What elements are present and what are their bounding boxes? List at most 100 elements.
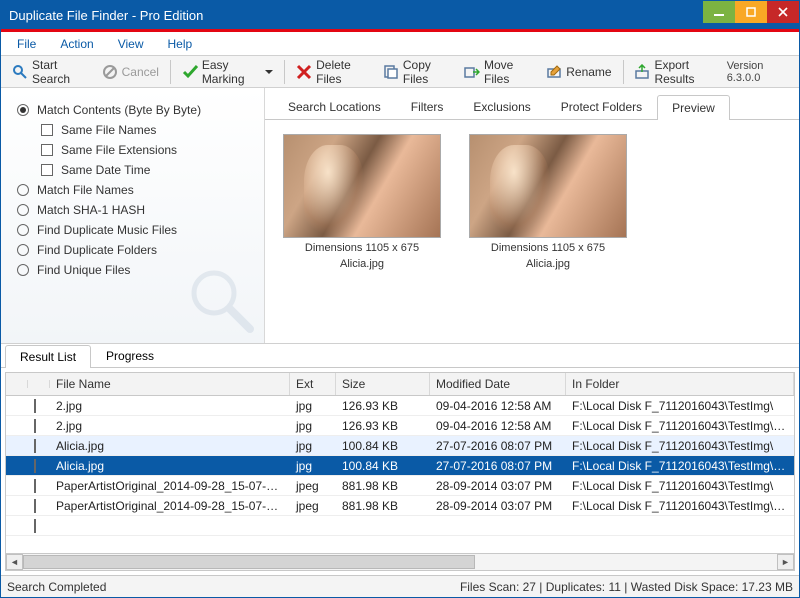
preview-dimensions-2: Dimensions 1105 x 675: [491, 242, 605, 254]
preview-thumb-2: Dimensions 1105 x 675 Alicia.jpg: [469, 134, 627, 329]
checkbox-icon[interactable]: [34, 419, 36, 433]
right-panel: Search Locations Filters Exclusions Prot…: [265, 88, 799, 343]
scroll-left-button[interactable]: ◄: [6, 554, 23, 570]
opt-match-file-names[interactable]: Match File Names: [17, 180, 248, 200]
move-files-button[interactable]: Move Files: [457, 55, 537, 89]
delete-files-button[interactable]: Delete Files: [289, 55, 374, 89]
col-ext[interactable]: Ext: [290, 373, 336, 395]
window-close-button[interactable]: [767, 1, 799, 23]
checkbox-icon: [41, 124, 53, 136]
toolbar: Start Search Cancel Easy Marking Delete …: [1, 56, 799, 88]
tab-exclusions[interactable]: Exclusions: [458, 94, 545, 119]
search-icon: [12, 64, 28, 80]
move-icon: [464, 64, 480, 80]
export-results-button[interactable]: Export Results: [627, 55, 724, 89]
checkbox-icon[interactable]: [34, 459, 36, 473]
tab-search-locations[interactable]: Search Locations: [273, 94, 396, 119]
separator: [623, 60, 624, 84]
checkbox-icon[interactable]: [34, 519, 36, 533]
results-grid: File Name Ext Size Modified Date In Fold…: [5, 372, 795, 571]
table-row[interactable]: Alicia.jpgjpg100.84 KB27-07-2016 08:07 P…: [6, 436, 794, 456]
cancel-button[interactable]: Cancel: [95, 61, 166, 83]
delete-icon: [296, 64, 312, 80]
tab-result-list[interactable]: Result List: [5, 345, 91, 368]
opt-match-contents[interactable]: Match Contents (Byte By Byte): [17, 100, 248, 120]
preview-filename-2: Alicia.jpg: [526, 258, 570, 270]
preview-area: Dimensions 1105 x 675 Alicia.jpg Dimensi…: [265, 120, 799, 343]
table-row-partial[interactable]: [6, 516, 794, 536]
table-row-selected[interactable]: Alicia.jpgjpg100.84 KB27-07-2016 08:07 P…: [6, 456, 794, 476]
window-maximize-button[interactable]: [735, 1, 767, 23]
radio-icon: [17, 244, 29, 256]
radio-icon: [17, 104, 29, 116]
preview-filename-1: Alicia.jpg: [340, 258, 384, 270]
table-row[interactable]: 2.jpgjpg126.93 KB09-04-2016 12:58 AMF:\L…: [6, 396, 794, 416]
opt-match-sha1[interactable]: Match SHA-1 HASH: [17, 200, 248, 220]
status-summary: Files Scan: 27 | Duplicates: 11 | Wasted…: [460, 580, 793, 594]
preview-image-2[interactable]: [469, 134, 627, 238]
preview-dimensions-1: Dimensions 1105 x 675: [305, 242, 419, 254]
checkbox-icon: [41, 164, 53, 176]
start-search-button[interactable]: Start Search: [5, 55, 93, 89]
menu-action[interactable]: Action: [48, 34, 105, 54]
col-filename[interactable]: File Name: [50, 373, 290, 395]
col-size[interactable]: Size: [336, 373, 430, 395]
copy-files-button[interactable]: Copy Files: [376, 55, 455, 89]
easy-marking-button[interactable]: Easy Marking: [175, 55, 280, 89]
preview-image-1[interactable]: [283, 134, 441, 238]
horizontal-scrollbar[interactable]: ◄ ►: [6, 553, 794, 570]
checkbox-icon[interactable]: [34, 499, 36, 513]
app-title: Duplicate File Finder - Pro Edition: [9, 8, 703, 23]
chevron-down-icon: [262, 65, 273, 79]
tab-protect-folders[interactable]: Protect Folders: [546, 94, 657, 119]
checkbox-icon[interactable]: [34, 439, 36, 453]
opt-music-files[interactable]: Find Duplicate Music Files: [17, 220, 248, 240]
col-marker[interactable]: [6, 380, 28, 388]
checkbox-icon[interactable]: [34, 479, 36, 493]
version-label: Version 6.3.0.0: [727, 60, 795, 84]
search-options-panel: Match Contents (Byte By Byte) Same File …: [1, 88, 265, 343]
grid-header: File Name Ext Size Modified Date In Fold…: [6, 373, 794, 396]
grid-body[interactable]: 2.jpgjpg126.93 KB09-04-2016 12:58 AMF:\L…: [6, 396, 794, 553]
radio-icon: [17, 204, 29, 216]
tab-preview[interactable]: Preview: [657, 95, 730, 120]
scroll-track[interactable]: [23, 554, 777, 570]
magnifier-watermark-icon: [186, 265, 256, 335]
scroll-right-button[interactable]: ►: [777, 554, 794, 570]
tab-progress[interactable]: Progress: [91, 344, 169, 367]
scroll-thumb[interactable]: [23, 555, 475, 569]
menu-file[interactable]: File: [5, 34, 48, 54]
menu-help[interactable]: Help: [156, 34, 205, 54]
separator: [284, 60, 285, 84]
col-modified[interactable]: Modified Date: [430, 373, 566, 395]
table-row[interactable]: PaperArtistOriginal_2014-09-28_15-07-06.…: [6, 496, 794, 516]
table-row[interactable]: PaperArtistOriginal_2014-09-28_15-07-06.…: [6, 476, 794, 496]
status-bar: Search Completed Files Scan: 27 | Duplic…: [1, 575, 799, 597]
result-tabs: Result List Progress: [1, 344, 799, 368]
copy-icon: [383, 64, 399, 80]
radio-icon: [17, 224, 29, 236]
rename-button[interactable]: Rename: [539, 61, 618, 83]
preview-thumb-1: Dimensions 1105 x 675 Alicia.jpg: [283, 134, 441, 329]
tab-filters[interactable]: Filters: [396, 94, 459, 119]
check-icon: [182, 64, 198, 80]
export-icon: [634, 64, 650, 80]
table-row[interactable]: 2.jpgjpg126.93 KB09-04-2016 12:58 AMF:\L…: [6, 416, 794, 436]
rename-icon: [546, 64, 562, 80]
radio-icon: [17, 184, 29, 196]
col-check[interactable]: [28, 380, 50, 388]
checkbox-icon[interactable]: [34, 399, 36, 413]
opt-dup-folders[interactable]: Find Duplicate Folders: [17, 240, 248, 260]
opt-same-date-time[interactable]: Same Date Time: [17, 160, 248, 180]
menu-bar: File Action View Help: [1, 32, 799, 56]
options-and-preview: Match Contents (Byte By Byte) Same File …: [1, 88, 799, 344]
col-folder[interactable]: In Folder: [566, 373, 794, 395]
menu-view[interactable]: View: [106, 34, 156, 54]
window-minimize-button[interactable]: [703, 1, 735, 23]
cancel-icon: [102, 64, 118, 80]
title-bar: Duplicate File Finder - Pro Edition: [1, 1, 799, 29]
opt-same-file-names[interactable]: Same File Names: [17, 120, 248, 140]
radio-icon: [17, 264, 29, 276]
status-text: Search Completed: [7, 580, 106, 594]
opt-same-file-ext[interactable]: Same File Extensions: [17, 140, 248, 160]
